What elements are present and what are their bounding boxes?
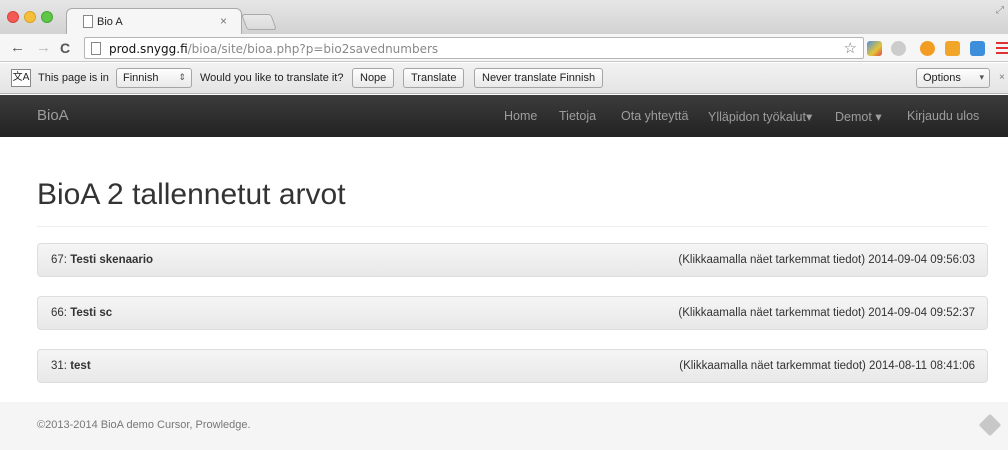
record-name: Testi skenaario	[70, 254, 154, 266]
never-translate-button[interactable]: Never translate Finnish	[474, 68, 604, 88]
translate-intro-text: This page is in	[38, 72, 109, 84]
record-id: 66:	[51, 307, 67, 319]
language-select[interactable]: Finnish ⇕	[116, 68, 192, 88]
record-id: 31:	[51, 360, 67, 372]
chrome-menu-icon[interactable]	[996, 42, 1008, 57]
url-text[interactable]: prod.snygg.fi/bioa/site/bioa.php?p=bio2s…	[109, 42, 438, 56]
extension-icon[interactable]	[945, 41, 960, 56]
url-host: prod.snygg.fi	[109, 42, 188, 56]
new-tab-button[interactable]	[241, 14, 277, 30]
saved-record-panel[interactable]: 66: Testi sc (Klikkaamalla näet tarkemma…	[37, 296, 988, 330]
browser-toolbar: ← → C prod.snygg.fi/bioa/site/bioa.php?p…	[0, 34, 1008, 62]
footer-copyright: ©2013-2014 BioA demo Cursor, Prowledge.	[37, 419, 251, 431]
select-arrow-icon: ▾	[979, 72, 984, 82]
extension-icon[interactable]	[867, 41, 882, 56]
window-zoom-button[interactable]	[41, 11, 53, 23]
record-id: 67:	[51, 254, 67, 266]
record-info: (Klikkaamalla näet tarkemmat tiedot) 201…	[678, 254, 975, 266]
fullscreen-icon[interactable]: ⤢	[996, 5, 1004, 16]
record-label: 67: Testi skenaario	[51, 254, 153, 266]
browser-tab-strip: Bio A × ⤢	[0, 0, 1008, 34]
caret-down-icon: ▾	[875, 110, 882, 124]
nav-item-home[interactable]: Home	[504, 109, 537, 123]
address-bar[interactable]: prod.snygg.fi/bioa/site/bioa.php?p=bio2s…	[84, 37, 864, 59]
options-select-value: Options	[923, 72, 961, 84]
download-extension-icon[interactable]	[970, 41, 985, 56]
window-close-button[interactable]	[7, 11, 19, 23]
page-title: BioA 2 tallennetut arvot	[37, 178, 346, 211]
nav-item-kirjaudu-ulos[interactable]: Kirjaudu ulos	[907, 109, 979, 123]
nav-item-tietoja[interactable]: Tietoja	[559, 109, 596, 123]
saved-record-panel[interactable]: 31: test (Klikkaamalla näet tarkemmat ti…	[37, 349, 988, 383]
infobar-close-icon[interactable]: ×	[999, 72, 1005, 83]
record-label: 31: test	[51, 360, 91, 372]
nope-button[interactable]: Nope	[352, 68, 395, 88]
url-path: /bioa/site/bioa.php?p=bio2savednumbers	[187, 42, 439, 56]
page-icon	[83, 15, 93, 28]
forward-button[interactable]: →	[36, 39, 51, 56]
record-label: 66: Testi sc	[51, 307, 112, 319]
extension-icon[interactable]	[891, 41, 906, 56]
feedback-diamond-icon[interactable]	[978, 413, 1002, 437]
nav-item-demot[interactable]: Demot ▾	[835, 109, 882, 124]
translate-question-text: Would you like to translate it?	[200, 72, 344, 84]
site-footer: ©2013-2014 BioA demo Cursor, Prowledge.	[0, 402, 1008, 450]
record-name: test	[70, 360, 91, 372]
back-button[interactable]: ←	[10, 39, 25, 56]
nav-item-label: Demot	[835, 110, 872, 124]
browser-tab[interactable]: Bio A ×	[66, 8, 242, 34]
brand-link[interactable]: BioA	[37, 107, 69, 124]
page-icon	[91, 42, 101, 55]
nav-item-ota-yhteytta[interactable]: Ota yhteyttä	[621, 109, 688, 123]
options-select[interactable]: Options ▾	[916, 68, 990, 88]
caret-down-icon: ▾	[805, 110, 813, 124]
bookmark-star-icon[interactable]: ☆	[844, 39, 857, 57]
select-arrow-icon: ⇕	[178, 72, 186, 82]
extension-icon[interactable]	[920, 41, 935, 56]
reload-button[interactable]: C	[60, 40, 70, 56]
tab-close-icon[interactable]: ×	[220, 14, 227, 28]
nav-item-label: Ylläpidon työkalut	[708, 110, 806, 124]
nav-item-yllapidon-tyokalut[interactable]: Ylläpidon työkalut▾	[708, 109, 812, 124]
saved-record-panel[interactable]: 67: Testi skenaario (Klikkaamalla näet t…	[37, 243, 988, 277]
record-info: (Klikkaamalla näet tarkemmat tiedot) 201…	[679, 360, 975, 372]
record-name: Testi sc	[70, 307, 113, 319]
translate-button[interactable]: Translate	[403, 68, 465, 88]
language-select-value: Finnish	[123, 72, 159, 84]
window-minimize-button[interactable]	[24, 11, 36, 23]
tab-title: Bio A	[97, 16, 123, 28]
site-navbar: BioA Home Tietoja Ota yhteyttä Ylläpidon…	[0, 95, 1008, 137]
divider	[37, 226, 988, 227]
translate-infobar: 文A This page is in Finnish ⇕ Would you l…	[0, 63, 1008, 94]
record-info: (Klikkaamalla näet tarkemmat tiedot) 201…	[678, 307, 975, 319]
translate-icon: 文A	[11, 69, 31, 87]
